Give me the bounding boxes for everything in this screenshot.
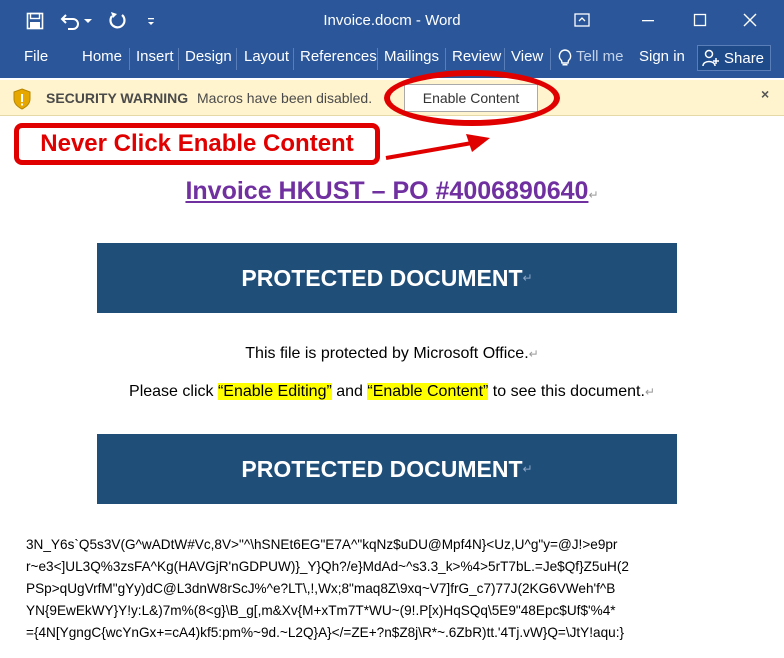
instruction-pre: Please click xyxy=(129,383,218,400)
banner-label: PROTECTED DOCUMENT xyxy=(241,264,523,291)
arrow-icon xyxy=(385,134,490,160)
obfuscated-line: 3N_Y6s`Q5s3V(G^wADtW#Vc,8V>"^\hSNEt6EG"E… xyxy=(26,537,618,552)
warning-callout: Never Click Enable Content xyxy=(14,123,380,165)
tab-home[interactable]: Home xyxy=(82,42,122,78)
title-bar: Invoice.docm - Word xyxy=(0,0,784,42)
obfuscated-line: ={4N[YgngC{wcYnGx+=cA4)kf5:pm%~9d.~L2Q}A… xyxy=(26,625,625,640)
obfuscated-line: YN{9EwEkWY}Y!y:L&)7m%(8<g}\B_g[,m&Xv{M+x… xyxy=(26,603,616,618)
document-heading: Invoice HKUST – PO #4006890640↵ xyxy=(0,177,784,206)
tab-separator xyxy=(445,48,446,70)
tab-separator xyxy=(236,48,237,70)
enable-instruction: Please click “Enable Editing” and “Enabl… xyxy=(0,383,784,401)
lightbulb-icon xyxy=(558,48,572,78)
obfuscated-line: PSp>qUgVrfM"gYy)dC@L3dnW8rScJ%^e?LT\,!,W… xyxy=(26,581,616,596)
obfuscated-text-block: 3N_Y6s`Q5s3V(G^wADtW#Vc,8V>"^\hSNEt6EG"E… xyxy=(26,534,766,644)
tab-separator xyxy=(504,48,505,70)
tab-view[interactable]: View xyxy=(511,42,543,78)
security-warning-bar: SECURITY WARNING Macros have been disabl… xyxy=(0,80,784,116)
ribbon-tabs: File Home Insert Design Layout Reference… xyxy=(0,42,784,78)
instruction-post: to see this document. xyxy=(488,383,645,400)
ribbon-display-icon[interactable] xyxy=(562,6,602,34)
paragraph-mark: ↵ xyxy=(644,385,655,399)
protected-notice: This file is protected by Microsoft Offi… xyxy=(0,345,784,363)
shield-icon xyxy=(12,88,32,110)
sign-in-link[interactable]: Sign in xyxy=(639,42,685,78)
share-person-icon xyxy=(702,49,720,67)
tell-me-box[interactable]: Tell me xyxy=(558,42,624,78)
highlight-enable-editing: “Enable Editing” xyxy=(217,383,332,400)
tab-separator xyxy=(377,48,378,70)
tab-file[interactable]: File xyxy=(24,42,48,78)
tab-review[interactable]: Review xyxy=(452,42,501,78)
maximize-icon[interactable] xyxy=(680,6,720,34)
tab-mailings[interactable]: Mailings xyxy=(384,42,439,78)
obfuscated-line: r~e3<]UL3Q%3zsFA^Kg(HAVGjR'nGDPUW)}_Y}Qh… xyxy=(26,559,629,574)
close-warning-icon[interactable]: × xyxy=(761,86,769,102)
notice-text: This file is protected by Microsoft Offi… xyxy=(245,345,529,362)
paragraph-mark: ↵ xyxy=(588,188,599,202)
tell-me-label: Tell me xyxy=(576,48,624,65)
tab-layout[interactable]: Layout xyxy=(244,42,289,78)
protected-banner-top: PROTECTED DOCUMENT ↵ xyxy=(97,243,677,313)
security-warning-message: Macros have been disabled. xyxy=(197,90,373,106)
protected-banner-bottom: PROTECTED DOCUMENT ↵ xyxy=(97,434,677,504)
heading-text: Invoice HKUST – PO #4006890640 xyxy=(185,177,589,205)
minimize-icon[interactable] xyxy=(628,6,668,34)
share-label: Share xyxy=(724,49,765,67)
tab-design[interactable]: Design xyxy=(185,42,232,78)
paragraph-mark: ↵ xyxy=(528,347,539,361)
instruction-mid: and xyxy=(331,383,368,400)
paragraph-mark: ↵ xyxy=(522,271,533,285)
banner-label: PROTECTED DOCUMENT xyxy=(241,455,523,482)
enable-content-button[interactable]: Enable Content xyxy=(404,84,538,112)
tab-separator xyxy=(129,48,130,70)
tab-references[interactable]: References xyxy=(300,42,377,78)
security-warning-title: SECURITY WARNING xyxy=(46,90,189,106)
tab-insert[interactable]: Insert xyxy=(136,42,174,78)
tab-separator xyxy=(178,48,179,70)
highlight-enable-content: “Enable Content” xyxy=(367,383,489,400)
tab-separator xyxy=(293,48,294,70)
share-button[interactable]: Share xyxy=(697,45,771,71)
close-icon[interactable] xyxy=(730,6,770,34)
paragraph-mark: ↵ xyxy=(522,462,533,476)
tab-separator xyxy=(550,48,551,70)
